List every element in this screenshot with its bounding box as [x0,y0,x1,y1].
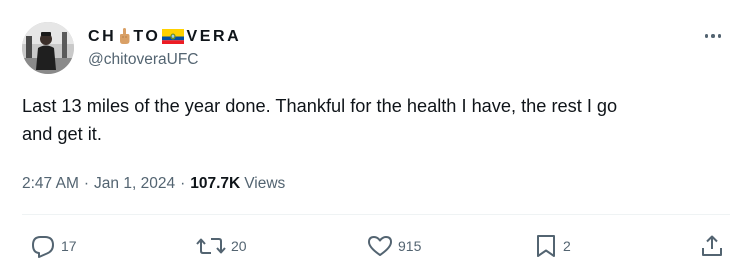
tweet-text: Last 13 miles of the year done. Thankful… [22,96,618,144]
share-icon [700,234,724,258]
separator: · [83,175,90,192]
avatar-photo-icon [22,22,74,74]
display-name-part: CH [88,27,117,45]
tweet-time[interactable]: 2:47 AM [22,171,79,197]
views-count: 107.7K [190,175,241,192]
avatar[interactable] [22,22,74,74]
more-dot [711,34,715,38]
reply-icon [30,234,56,258]
divider [22,214,730,215]
reply-button[interactable]: 17 [30,231,77,261]
views-label: Views [244,175,286,192]
display-name-part: VERA [186,27,242,45]
tweet-date[interactable]: Jan 1, 2024 [94,171,175,197]
tweet-header: CH TO VERA @chitoveraUFC [22,22,730,74]
tweet-meta: 2:47 AM · Jan 1, 2024 · 107.7K Views [22,171,285,197]
repost-icon [196,234,226,258]
bookmark-button[interactable]: 2 [534,231,571,261]
more-dot [704,34,709,38]
heart-icon [367,234,393,258]
more-options-icon[interactable] [700,28,726,44]
more-dot [717,34,722,38]
repost-count: 20 [231,238,247,254]
display-name-part: TO [133,27,161,45]
middle-finger-emoji-icon [118,28,131,45]
tweet-card: CH TO VERA @chitoveraUFC Last 13 miles o… [0,0,752,278]
user-names: CH TO VERA @chitoveraUFC [88,27,241,70]
share-button[interactable] [700,231,724,261]
bookmark-icon [534,233,558,259]
display-name[interactable]: CH TO VERA [88,27,241,47]
repost-button[interactable]: 20 [196,231,247,261]
like-button[interactable]: 915 [367,231,421,261]
reply-count: 17 [61,238,77,254]
action-bar: 17 20 915 2 [22,231,730,261]
user-handle[interactable]: @chitoveraUFC [88,50,241,70]
separator: · [180,175,186,192]
bookmark-count: 2 [563,238,571,254]
like-count: 915 [398,238,422,254]
ecuador-flag-icon [162,29,185,44]
